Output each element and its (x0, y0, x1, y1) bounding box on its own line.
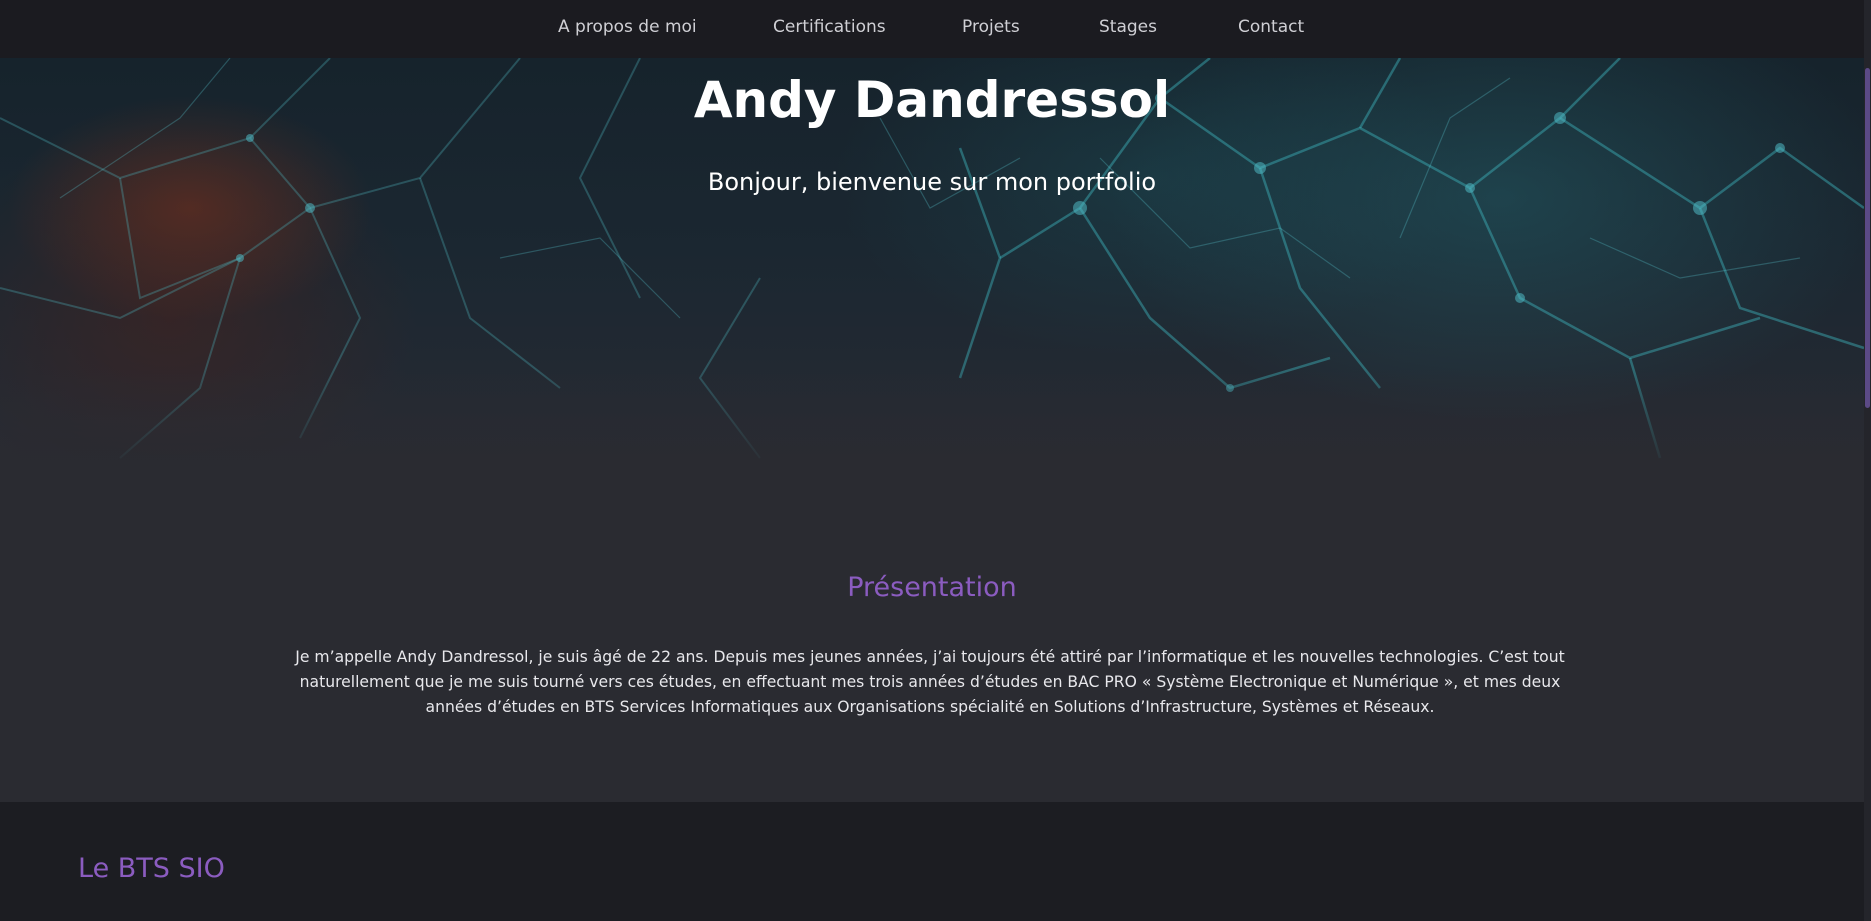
hero-fade-overlay (0, 368, 1864, 488)
nav-link-contact[interactable]: Contact (1238, 17, 1304, 37)
nav-link-projets[interactable]: Projets (962, 17, 1020, 37)
nav-link-certifications[interactable]: Certifications (773, 17, 886, 37)
nav-link-a-propos[interactable]: A propos de moi (558, 17, 697, 37)
bts-sio-title: Le BTS SIO (78, 853, 225, 884)
hero-subtitle: Bonjour, bienvenue sur mon portfolio (707, 168, 1157, 196)
scrollbar-thumb[interactable] (1865, 68, 1870, 408)
top-navbar: A propos de moi Certifications Projets S… (0, 0, 1864, 58)
presentation-text: Je m’appelle Andy Dandressol, je suis âg… (285, 645, 1575, 720)
presentation-section: Présentation Je m’appelle Andy Dandresso… (0, 488, 1864, 802)
presentation-text-line: naturellement que je me suis tourné vers… (299, 673, 1561, 691)
presentation-text-line: Je m’appelle Andy Dandressol, je suis âg… (295, 648, 1565, 666)
bts-sio-section: Le BTS SIO (0, 802, 1864, 921)
hero-title: Andy Dandressol (693, 71, 1171, 129)
presentation-title: Présentation (847, 572, 1017, 603)
presentation-text-line: années d’études en BTS Services Informat… (425, 698, 1435, 716)
hero-banner: Andy Dandressol Bonjour, bienvenue sur m… (0, 58, 1864, 488)
page-scrollbar[interactable] (1864, 0, 1871, 921)
nav-link-stages[interactable]: Stages (1099, 17, 1157, 37)
